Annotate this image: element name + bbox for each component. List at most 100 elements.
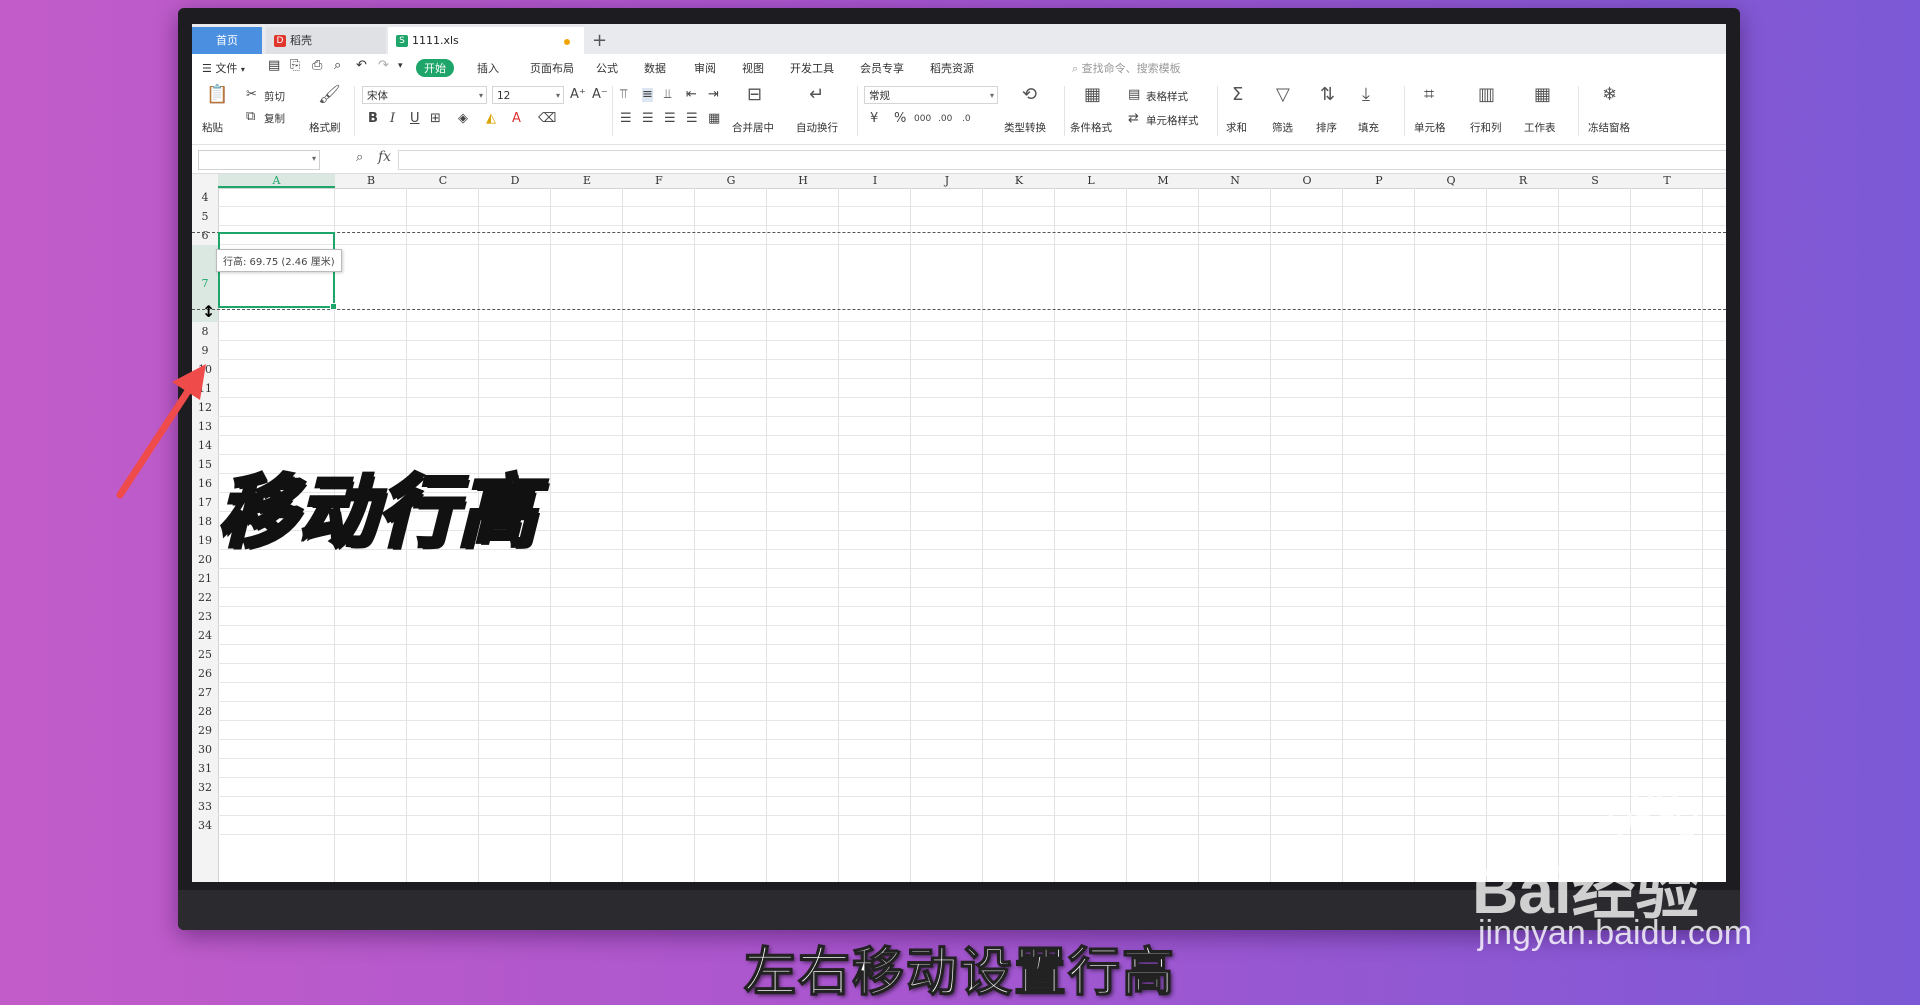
row-header-28[interactable]: 28	[192, 702, 218, 721]
table-style-button[interactable]: 表格样式	[1146, 89, 1188, 104]
paste-button[interactable]: 粘贴	[202, 120, 223, 135]
menu-data[interactable]: 数据	[644, 60, 666, 76]
new-tab-button[interactable]: +	[592, 27, 607, 54]
formula-input[interactable]	[398, 150, 1726, 170]
decrease-indent-icon[interactable]: ⇤	[686, 88, 697, 102]
menu-daoke-resources[interactable]: 稻壳资源	[930, 60, 974, 76]
column-header-l[interactable]: L	[1055, 174, 1127, 188]
fill-handle[interactable]	[330, 303, 337, 310]
font-color-icon[interactable]: A	[512, 112, 521, 126]
row-header-32[interactable]: 32	[192, 778, 218, 797]
column-header-o[interactable]: O	[1271, 174, 1343, 188]
tab-daoke[interactable]: D 稻壳	[266, 27, 386, 54]
command-search[interactable]: ⌕ 查找命令、搜索模板	[1072, 60, 1181, 76]
menu-dev-tools[interactable]: 开发工具	[790, 60, 834, 76]
name-box[interactable]: ▾	[198, 150, 320, 170]
row-header-24[interactable]: 24	[192, 626, 218, 645]
menu-view[interactable]: 视图	[742, 60, 764, 76]
column-header-e[interactable]: E	[551, 174, 623, 188]
copy-button[interactable]: 复制	[264, 111, 285, 126]
justify-icon[interactable]: ☰	[686, 112, 698, 126]
row-header-31[interactable]: 31	[192, 759, 218, 778]
column-header-a[interactable]: A	[218, 174, 335, 188]
print-preview-icon[interactable]: ⌕	[334, 58, 341, 73]
number-format-select[interactable]: 常规 ▾	[864, 86, 998, 104]
font-size-select[interactable]: 12 ▾	[492, 86, 564, 104]
column-header-d[interactable]: D	[479, 174, 551, 188]
row-header-27[interactable]: 27	[192, 683, 218, 702]
increase-decimal-icon[interactable]: .00	[938, 112, 952, 126]
distributed-align-icon[interactable]: ▦	[708, 112, 720, 126]
align-right-icon[interactable]: ☰	[664, 112, 676, 126]
row-header-20[interactable]: 20	[192, 550, 218, 569]
italic-icon[interactable]: I	[390, 112, 395, 126]
menu-member[interactable]: 会员专享	[860, 60, 904, 76]
column-header-c[interactable]: C	[407, 174, 479, 188]
align-bottom-icon[interactable]: ⫫	[664, 88, 671, 102]
row-header-29[interactable]: 29	[192, 721, 218, 740]
column-header-q[interactable]: Q	[1415, 174, 1487, 188]
undo-icon[interactable]: ↶	[356, 58, 367, 73]
row-header-25[interactable]: 25	[192, 645, 218, 664]
tab-file[interactable]: S 1111.xls	[388, 27, 584, 54]
row-header-23[interactable]: 23	[192, 607, 218, 626]
row-header-18[interactable]: 18	[192, 512, 218, 531]
redo-icon[interactable]: ↷	[378, 58, 389, 73]
row-header-9[interactable]: 9	[192, 341, 218, 360]
column-header-s[interactable]: S	[1559, 174, 1631, 188]
row-col-button[interactable]: 行和列	[1470, 120, 1502, 135]
filter-button[interactable]: 筛选	[1272, 120, 1293, 135]
export-icon[interactable]: ⎘	[290, 58, 300, 73]
save-icon[interactable]: ▤	[268, 58, 280, 73]
fill-color-icon[interactable]: ◭	[486, 112, 496, 126]
clear-format-icon[interactable]: ⌫	[538, 112, 556, 126]
menu-insert[interactable]: 插入	[477, 60, 499, 76]
bold-icon[interactable]: B	[368, 112, 378, 126]
align-center-icon[interactable]: ☰	[642, 112, 654, 126]
wrap-text-button[interactable]: 自动换行	[796, 120, 838, 135]
menu-review[interactable]: 审阅	[694, 60, 716, 76]
conditional-format-button[interactable]: 条件格式	[1070, 120, 1112, 135]
row-header-4[interactable]: 4	[192, 188, 218, 207]
fill-button[interactable]: 填充	[1358, 120, 1379, 135]
row-header-34[interactable]: 34	[192, 816, 218, 835]
align-top-icon[interactable]: ⫪	[620, 88, 627, 102]
tab-home[interactable]: 首页	[192, 27, 262, 54]
type-convert-button[interactable]: 类型转换	[1004, 120, 1046, 135]
column-header-p[interactable]: P	[1343, 174, 1415, 188]
row-header-21[interactable]: 21	[192, 569, 218, 588]
print-icon[interactable]: ⎙	[312, 58, 322, 73]
paste-icon[interactable]: 📋	[206, 86, 228, 104]
quick-access-chevron-icon[interactable]: ▾	[398, 61, 403, 71]
column-header-r[interactable]: R	[1487, 174, 1559, 188]
row-header-33[interactable]: 33	[192, 797, 218, 816]
freeze-panes-button[interactable]: 冻结窗格	[1588, 120, 1630, 135]
cell-fill-style-icon[interactable]: ◈	[458, 112, 468, 126]
column-header-b[interactable]: B	[335, 174, 407, 188]
thousands-icon[interactable]: 000	[914, 112, 931, 126]
column-header-i[interactable]: I	[839, 174, 911, 188]
sum-button[interactable]: 求和	[1226, 120, 1247, 135]
column-header-h[interactable]: H	[767, 174, 839, 188]
percent-icon[interactable]: %	[894, 112, 906, 126]
column-header-t[interactable]: T	[1631, 174, 1703, 188]
column-header-m[interactable]: M	[1127, 174, 1199, 188]
fx-icon[interactable]: fx	[378, 149, 391, 165]
worksheet-button[interactable]: 工作表	[1524, 120, 1556, 135]
row-header-19[interactable]: 19	[192, 531, 218, 550]
cut-button[interactable]: 剪切	[264, 89, 285, 104]
menu-file[interactable]: ☰ 文件 ▾	[202, 60, 245, 76]
row-header-22[interactable]: 22	[192, 588, 218, 607]
column-header-g[interactable]: G	[695, 174, 767, 188]
row-header-30[interactable]: 30	[192, 740, 218, 759]
increase-indent-icon[interactable]: ⇥	[708, 88, 719, 102]
cell-button[interactable]: 单元格	[1414, 120, 1446, 135]
font-grow-icon[interactable]: A⁺	[570, 88, 586, 102]
font-shrink-icon[interactable]: A⁻	[592, 88, 608, 102]
menu-formula[interactable]: 公式	[596, 60, 618, 76]
cell-style-button[interactable]: 单元格样式	[1146, 113, 1199, 128]
zoom-icon[interactable]: ⌕	[356, 150, 363, 165]
underline-icon[interactable]: U	[410, 112, 420, 126]
sort-button[interactable]: 排序	[1316, 120, 1337, 135]
row-header-8[interactable]: 8	[192, 322, 218, 341]
